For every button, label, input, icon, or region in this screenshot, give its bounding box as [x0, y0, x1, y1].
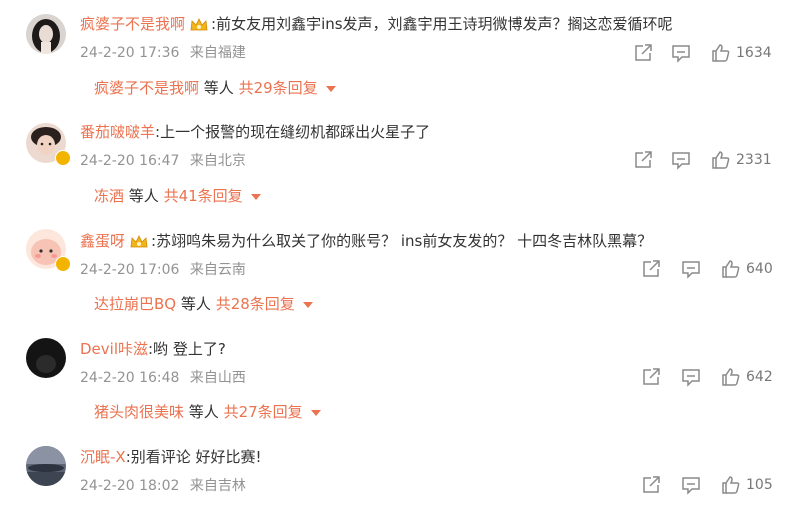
comment-icon[interactable] — [680, 366, 702, 388]
reply-summary[interactable]: 达拉崩巴BQ 等人 共28条回复 — [94, 294, 313, 314]
comment-location: 来自山西 — [189, 370, 246, 386]
comment-text: :哟 登上了? — [148, 340, 226, 358]
like-count: 1634 — [736, 45, 772, 61]
reply-count-link[interactable]: 共28条回复 — [216, 295, 295, 313]
like-icon[interactable] — [710, 42, 732, 64]
share-icon[interactable] — [640, 474, 662, 496]
verified-badge-icon — [55, 150, 71, 166]
comment-date: 24-2-20 16:48 — [80, 370, 180, 386]
share-icon[interactable] — [632, 42, 654, 64]
comment-actions: 1634 — [632, 42, 792, 64]
like-count: 642 — [746, 369, 773, 385]
reply-count-link[interactable]: 共41条回复 — [164, 187, 243, 205]
verified-badge-icon — [55, 256, 71, 272]
comment-username[interactable]: 番茄啵啵羊 — [80, 123, 155, 141]
comment-meta: 24-2-20 18:02 来自吉林 — [80, 477, 246, 495]
reply-username[interactable]: 达拉崩巴BQ — [94, 295, 176, 313]
dropdown-caret-icon[interactable] — [310, 409, 321, 416]
like-icon[interactable] — [720, 258, 742, 280]
comment-icon[interactable] — [680, 258, 702, 280]
reply-others-label: 等人 — [188, 403, 219, 421]
comment-icon[interactable] — [670, 42, 692, 64]
comment-line: 疯婆子不是我啊 :前女友用刘鑫宇ins发声，刘鑫宇用王诗玥微博发声？搁这恋爱循环呢 — [80, 14, 673, 34]
like-icon[interactable] — [720, 366, 742, 388]
comment-text: :苏翊鸣朱易为什么取关了你的账号？ ins前女友发的？ 十四冬吉林队黑幕？ — [151, 232, 653, 250]
comment-meta: 24-2-20 17:36 来自福建 — [80, 44, 246, 62]
dropdown-caret-icon[interactable] — [325, 85, 336, 92]
comment-username[interactable]: 沉眠-X — [80, 448, 126, 466]
reply-username[interactable]: 冻酒 — [94, 187, 124, 205]
share-icon[interactable] — [640, 366, 662, 388]
comment-actions: 105 — [640, 474, 795, 496]
comment-meta: 24-2-20 16:47 来自北京 — [80, 152, 246, 170]
reply-summary[interactable]: 猪头肉很美味 等人 共27条回复 — [94, 402, 321, 422]
comment-line: 鑫蛋呀 :苏翊鸣朱易为什么取关了你的账号？ ins前女友发的？ 十四冬吉林队黑幕？ — [80, 231, 652, 251]
comment-date: 24-2-20 17:06 — [80, 262, 180, 278]
comment-text: :上一个报警的现在缝纫机都踩出火星子了 — [155, 123, 431, 141]
comment-location: 来自云南 — [189, 262, 246, 278]
like-icon[interactable] — [710, 149, 732, 171]
like-count: 105 — [746, 477, 773, 493]
reply-others-label: 等人 — [128, 187, 159, 205]
comment-date: 24-2-20 16:47 — [80, 153, 180, 169]
comment-username[interactable]: 疯婆子不是我啊 — [80, 15, 185, 33]
reply-summary[interactable]: 冻酒 等人 共41条回复 — [94, 186, 261, 206]
comment-line: Devil咔滋:哟 登上了? — [80, 339, 226, 359]
avatar[interactable] — [26, 446, 66, 486]
dropdown-caret-icon[interactable] — [250, 193, 261, 200]
reply-username[interactable]: 猪头肉很美味 — [94, 403, 184, 421]
comment-actions: 640 — [640, 258, 795, 280]
reply-others-label: 等人 — [180, 295, 211, 313]
reply-username[interactable]: 疯婆子不是我啊 — [94, 79, 199, 97]
share-icon[interactable] — [640, 258, 662, 280]
reply-count-link[interactable]: 共29条回复 — [239, 79, 318, 97]
comment-meta: 24-2-20 17:06 来自云南 — [80, 261, 246, 279]
comment-line: 番茄啵啵羊:上一个报警的现在缝纫机都踩出火星子了 — [80, 122, 430, 142]
comment-date: 24-2-20 17:36 — [80, 45, 180, 61]
comment-location: 来自福建 — [189, 45, 246, 61]
comment-icon[interactable] — [670, 149, 692, 171]
dropdown-caret-icon[interactable] — [302, 301, 313, 308]
avatar[interactable] — [26, 338, 66, 378]
reply-summary[interactable]: 疯婆子不是我啊 等人 共29条回复 — [94, 78, 336, 98]
avatar[interactable] — [26, 14, 66, 54]
comment-location: 来自吉林 — [189, 478, 246, 494]
comment-icon[interactable] — [680, 474, 702, 496]
comment-meta: 24-2-20 16:48 来自山西 — [80, 369, 246, 387]
comment-actions: 2331 — [632, 149, 792, 171]
comment-username[interactable]: Devil咔滋 — [80, 340, 148, 358]
comment-location: 来自北京 — [189, 153, 246, 169]
comment-username[interactable]: 鑫蛋呀 — [80, 232, 125, 250]
like-icon[interactable] — [720, 474, 742, 496]
comment-line: 沉眠-X:别看评论 好好比赛! — [80, 447, 262, 467]
comment-text: :前女友用刘鑫宇ins发声，刘鑫宇用王诗玥微博发声？搁这恋爱循环呢 — [211, 15, 673, 33]
like-count: 2331 — [736, 152, 772, 168]
crown-badge-icon — [189, 17, 209, 33]
comment-actions: 642 — [640, 366, 795, 388]
reply-count-link[interactable]: 共27条回复 — [224, 403, 303, 421]
comment-date: 24-2-20 18:02 — [80, 478, 180, 494]
crown-badge-icon — [129, 234, 149, 250]
comment-text: :别看评论 好好比赛! — [125, 448, 262, 466]
like-count: 640 — [746, 261, 773, 277]
share-icon[interactable] — [632, 149, 654, 171]
reply-others-label: 等人 — [203, 79, 234, 97]
